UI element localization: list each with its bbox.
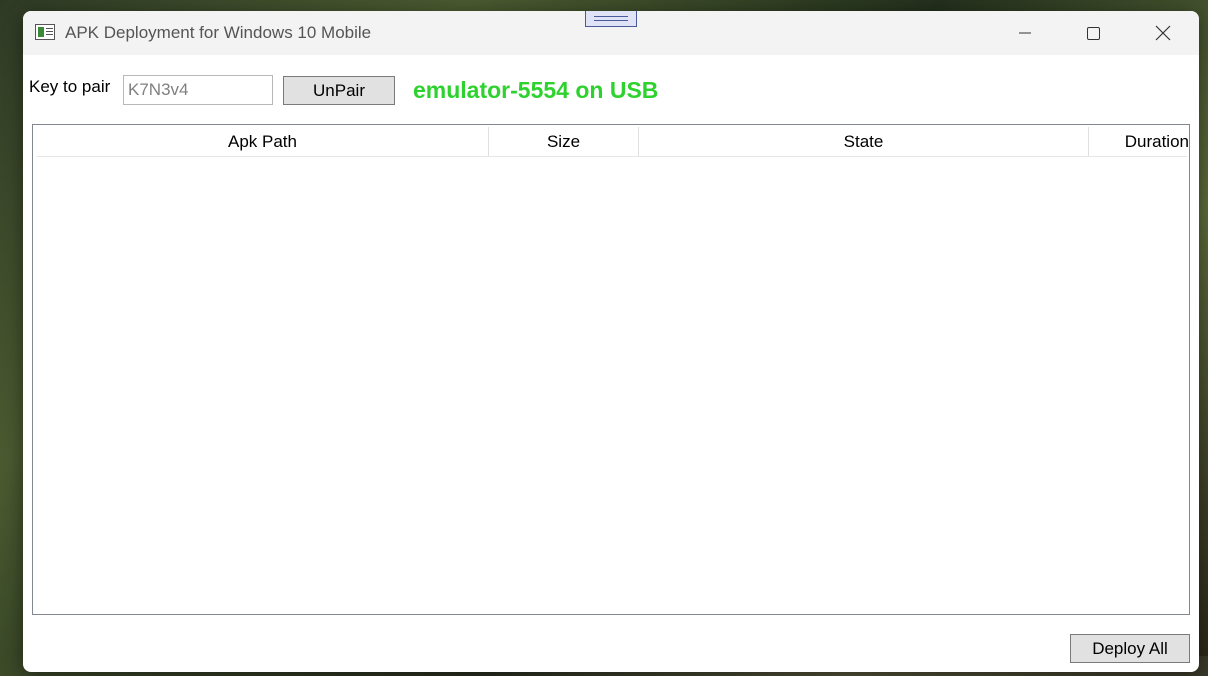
- drag-grip-handle[interactable]: [585, 11, 637, 27]
- apk-list-view[interactable]: Apk Path Size State Duration: [32, 124, 1190, 615]
- column-header-apk-path[interactable]: Apk Path: [37, 127, 489, 156]
- maximize-button[interactable]: [1063, 11, 1123, 55]
- column-header-duration[interactable]: Duration: [1089, 127, 1189, 156]
- minimize-button[interactable]: [995, 11, 1055, 55]
- app-window-icon: [35, 24, 55, 40]
- pair-key-input[interactable]: [123, 75, 273, 105]
- column-header-state[interactable]: State: [639, 127, 1089, 156]
- unpair-button[interactable]: UnPair: [283, 76, 395, 105]
- minimize-icon: [1019, 32, 1031, 34]
- connection-status: emulator-5554 on USB: [413, 77, 659, 103]
- key-to-pair-label: Key to pair: [29, 77, 111, 96]
- column-header-size[interactable]: Size: [489, 127, 639, 156]
- title-bar[interactable]: APK Deployment for Windows 10 Mobile: [23, 11, 1199, 55]
- maximize-icon: [1087, 27, 1100, 40]
- window-title: APK Deployment for Windows 10 Mobile: [65, 23, 372, 42]
- close-button[interactable]: [1133, 11, 1193, 55]
- app-window: APK Deployment for Windows 10 Mobile Key…: [23, 11, 1199, 672]
- close-icon: [1155, 25, 1171, 41]
- deploy-all-button[interactable]: Deploy All: [1070, 634, 1190, 663]
- list-header: Apk Path Size State Duration: [37, 127, 1189, 157]
